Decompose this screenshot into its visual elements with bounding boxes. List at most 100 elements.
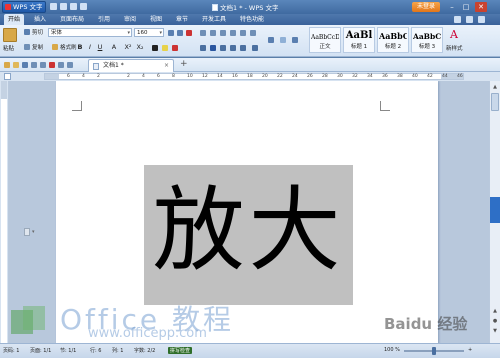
redo-icon[interactable] <box>80 3 87 10</box>
bold-button[interactable]: B <box>76 43 84 51</box>
next-page-icon[interactable]: ▼ <box>491 327 499 335</box>
document-big-text[interactable]: 放大 <box>144 171 353 291</box>
tab-chapter[interactable]: 章节 <box>172 14 192 25</box>
tab-page-layout[interactable]: 页面布局 <box>56 14 88 25</box>
new-style-icon[interactable]: A <box>450 29 462 41</box>
copy-label[interactable]: 复制 <box>32 43 43 51</box>
style-heading-2[interactable]: AaBbC 标题 2 <box>377 27 409 53</box>
align-center-icon[interactable] <box>210 45 216 51</box>
tab-home[interactable]: 开始 <box>4 14 25 25</box>
shading-icon[interactable] <box>280 37 286 43</box>
sort-icon[interactable] <box>240 30 246 36</box>
help-icon[interactable] <box>466 16 473 23</box>
tab-review[interactable]: 审阅 <box>120 14 140 25</box>
baidu-watermark: Baidu 经验 <box>384 315 468 333</box>
zoom-level[interactable]: 100 % <box>384 347 400 353</box>
collapse-ribbon-icon[interactable] <box>478 16 485 23</box>
export-pdf-icon[interactable] <box>49 62 55 68</box>
close-tab-icon[interactable]: × <box>164 60 169 72</box>
scroll-up-icon[interactable]: ▲ <box>491 83 499 91</box>
print-icon[interactable] <box>60 3 67 10</box>
ruler-number: 28 <box>322 74 328 79</box>
font-name-select[interactable]: 宋体 ▾ <box>48 28 132 37</box>
shrink-font-icon[interactable] <box>177 30 183 36</box>
increase-indent-icon[interactable] <box>230 30 236 36</box>
format-painter-label[interactable]: 格式刷 <box>60 43 77 51</box>
ruler-number: 4 <box>82 74 85 79</box>
spell-check-button[interactable]: 拼写检查 <box>168 347 193 354</box>
decrease-indent-icon[interactable] <box>220 30 226 36</box>
line-spacing-icon[interactable] <box>252 45 258 51</box>
tab-references[interactable]: 引用 <box>94 14 114 25</box>
open-icon[interactable] <box>13 62 19 68</box>
scroll-thumb[interactable] <box>491 93 499 111</box>
ruler-number: 10 <box>187 74 193 79</box>
new-tab-button[interactable]: + <box>180 59 188 69</box>
font-size-select[interactable]: 160 ▾ <box>134 28 164 37</box>
horizontal-ruler[interactable]: 6 4 2 2 4 6 8 10 12 14 16 18 20 22 24 26 28 30 32 34 36 38 40 4… <box>44 73 464 80</box>
selected-text-highlight[interactable]: 放大 <box>144 165 353 305</box>
vertical-ruler[interactable] <box>0 81 9 343</box>
skin-icon[interactable] <box>454 16 461 23</box>
bullets-icon[interactable] <box>200 30 206 36</box>
select-browse-icon[interactable]: ● <box>491 317 499 325</box>
paste-icon[interactable] <box>3 28 17 42</box>
grow-font-icon[interactable] <box>168 30 174 36</box>
save-icon[interactable] <box>22 62 28 68</box>
italic-button[interactable]: I <box>86 43 94 51</box>
print-icon[interactable] <box>31 62 37 68</box>
ruler-number: 42 <box>427 74 433 79</box>
maximize-button[interactable]: □ <box>460 2 472 12</box>
style-heading-1[interactable]: AaBl 标题 1 <box>343 27 375 53</box>
paste-label[interactable]: 粘贴 <box>3 44 14 52</box>
close-button[interactable]: ✕ <box>475 2 487 12</box>
clear-format-icon[interactable] <box>186 30 192 36</box>
cut-icon[interactable] <box>24 29 30 35</box>
wps-menu-button[interactable]: WPS 文字 <box>2 1 46 13</box>
align-right-icon[interactable] <box>220 45 226 51</box>
text-color-icon[interactable] <box>172 45 178 51</box>
align-left-icon[interactable] <box>200 45 206 51</box>
zoom-slider-thumb[interactable] <box>432 347 436 355</box>
underline-button[interactable]: U <box>96 43 104 51</box>
format-painter-icon[interactable] <box>52 44 58 50</box>
document-tab[interactable]: 文档1 * × <box>88 59 174 72</box>
borders-icon[interactable] <box>268 37 274 43</box>
tab-developer[interactable]: 开发工具 <box>198 14 230 25</box>
prev-page-icon[interactable]: ▲ <box>491 307 499 315</box>
cut-label[interactable]: 剪切 <box>32 28 43 36</box>
paragraph-layout-icon[interactable]: ▾ <box>24 228 36 237</box>
undo-icon[interactable] <box>70 3 77 10</box>
document-tab-label: 文档1 * <box>103 62 124 69</box>
new-style-label[interactable]: 新样式 <box>446 44 463 52</box>
show-marks-icon[interactable] <box>250 30 256 36</box>
new-document-icon[interactable] <box>4 62 10 68</box>
copy-icon[interactable] <box>24 44 30 50</box>
tab-stop-selector[interactable] <box>4 73 11 80</box>
font-color-icon[interactable] <box>152 45 158 51</box>
print-preview-icon[interactable] <box>40 62 46 68</box>
save-icon[interactable] <box>50 3 57 10</box>
numbering-icon[interactable] <box>210 30 216 36</box>
highlight-icon[interactable] <box>162 45 168 51</box>
style-heading-3[interactable]: AaBbC 标题 3 <box>411 27 443 53</box>
tab-view[interactable]: 视图 <box>146 14 166 25</box>
style-normal[interactable]: AaBbCcDd 正文 <box>309 27 341 53</box>
distributed-icon[interactable] <box>240 45 246 51</box>
zoom-in-icon[interactable]: + <box>468 347 472 353</box>
login-button[interactable]: 未登录 <box>412 2 440 12</box>
tab-insert[interactable]: 插入 <box>30 14 50 25</box>
redo-icon[interactable] <box>67 62 73 68</box>
menu-bar: 开始 插入 页面布局 引用 审阅 视图 章节 开发工具 特色功能 <box>0 14 500 25</box>
paragraph-icon[interactable] <box>292 37 298 43</box>
minimize-button[interactable]: – <box>446 2 458 12</box>
undo-icon[interactable] <box>58 62 64 68</box>
strikethrough-button[interactable]: A <box>110 43 118 51</box>
status-word-count[interactable]: 字数: 2/2 <box>134 347 155 354</box>
side-panel-indicator[interactable] <box>490 197 500 223</box>
tab-special[interactable]: 特色功能 <box>236 14 268 25</box>
superscript-button[interactable]: X² <box>124 43 132 51</box>
vertical-scrollbar[interactable]: ▲ ▲ ● ▼ <box>489 81 500 343</box>
subscript-button[interactable]: X₂ <box>136 43 144 51</box>
justify-icon[interactable] <box>230 45 236 51</box>
